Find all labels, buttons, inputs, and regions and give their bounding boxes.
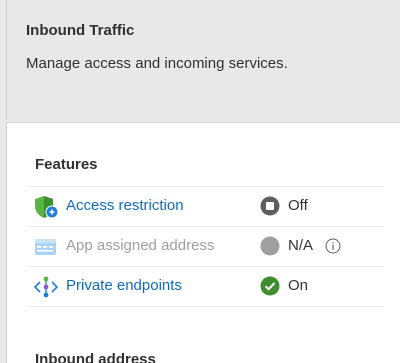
features-panel: Features Access restriction Off App assi…: [6, 122, 400, 363]
private-endpoints-link[interactable]: Private endpoints: [66, 277, 182, 294]
inbound-traffic-header: Inbound Traffic Manage access and incomi…: [6, 0, 400, 120]
shield-icon: [35, 196, 59, 219]
access-restriction-status: Off: [288, 197, 308, 214]
app-assigned-address-status: N/A: [288, 237, 314, 254]
feature-row-app-assigned-address: App assigned address N/A: [27, 227, 384, 267]
features-list: Access restriction Off App assigned addr…: [27, 186, 384, 307]
inbound-traffic-screen: Inbound Traffic Manage access and incomi…: [0, 0, 400, 363]
info-icon[interactable]: [325, 238, 341, 254]
app-assigned-address-link: App assigned address: [66, 237, 215, 254]
private-endpoint-icon: [33, 276, 59, 298]
access-restriction-link[interactable]: Access restriction: [66, 197, 184, 214]
page-description: Manage access and incoming services.: [26, 55, 288, 72]
page-title: Inbound Traffic: [26, 22, 135, 39]
inbound-address-heading: Inbound address: [35, 351, 156, 363]
feature-row-private-endpoints: Private endpoints On: [27, 267, 384, 307]
check-circle-icon: [260, 276, 280, 296]
address-card-icon: [35, 239, 56, 255]
gray-circle-icon: [260, 236, 280, 256]
feature-row-access-restriction: Access restriction Off: [27, 187, 384, 227]
stop-circle-icon: [260, 196, 280, 216]
private-endpoints-status: On: [288, 277, 309, 294]
features-heading: Features: [35, 156, 98, 173]
